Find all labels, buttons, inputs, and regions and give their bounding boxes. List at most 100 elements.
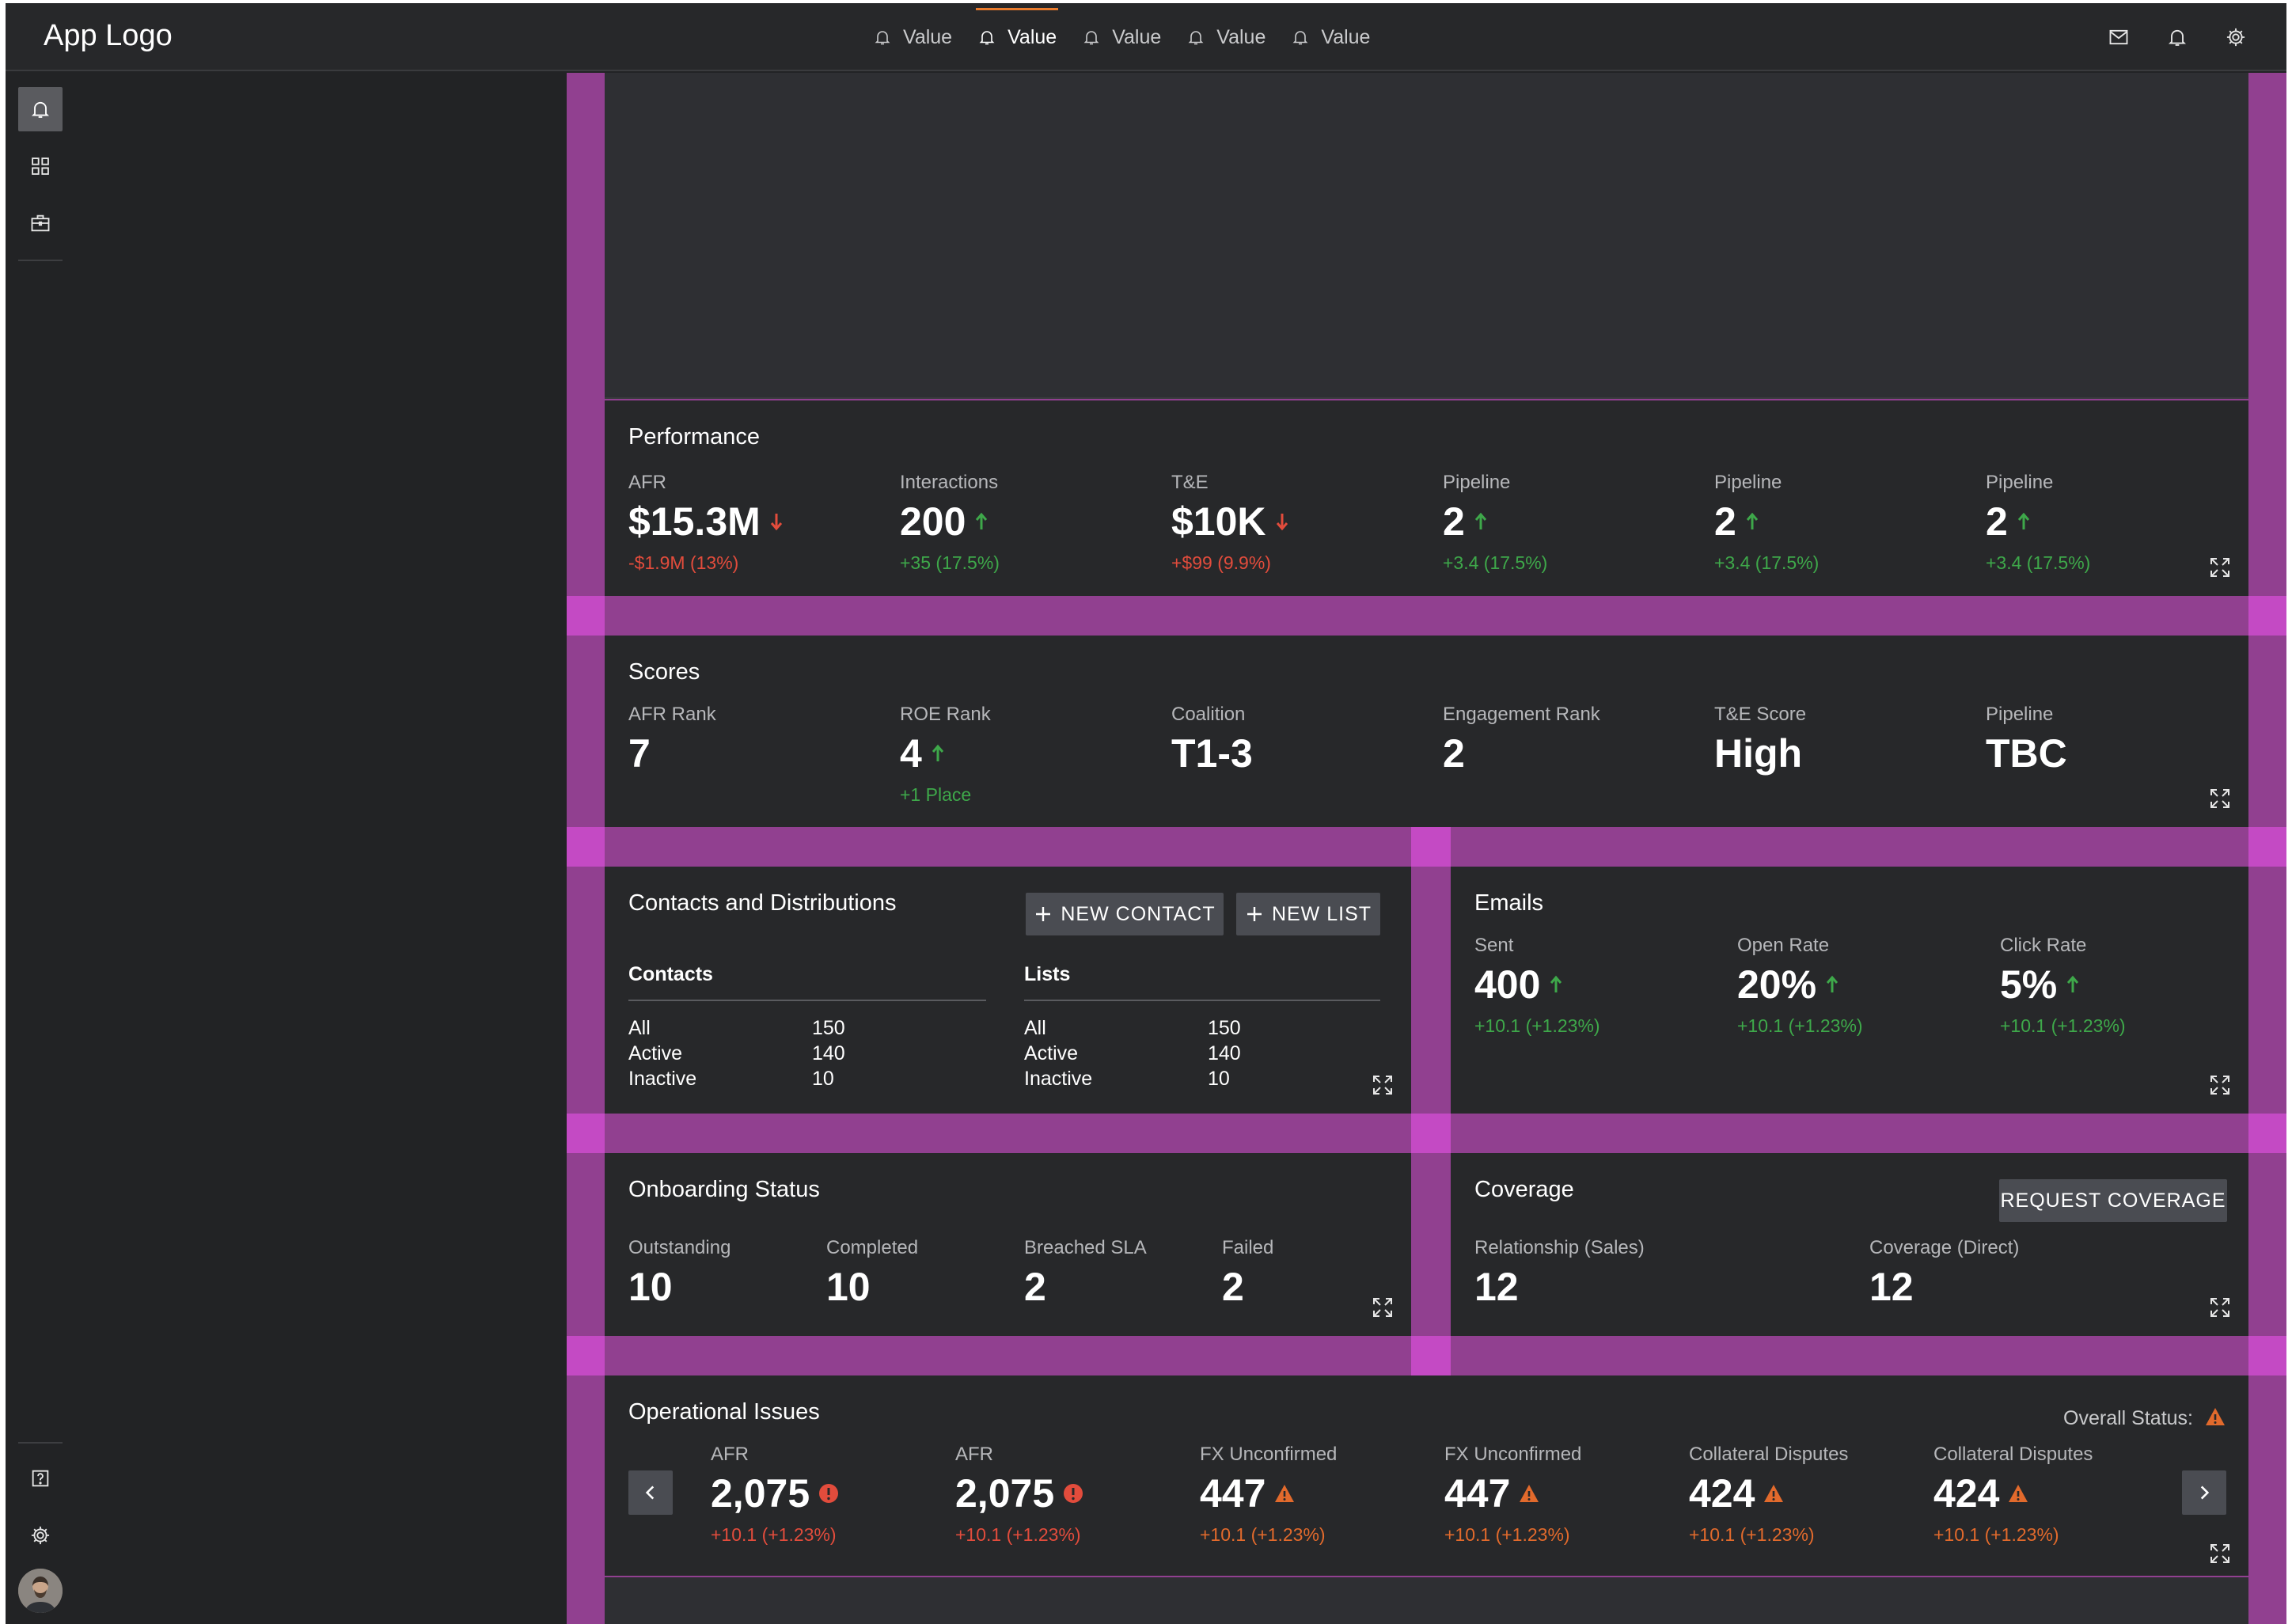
gutter-cell <box>2248 596 2286 636</box>
metric-change: +10.1 (+1.23%) <box>1474 1015 1600 1036</box>
metric-change: +10.1 (+1.23%) <box>1737 1015 1863 1036</box>
app-logo[interactable]: App Logo <box>44 19 173 53</box>
gear-icon[interactable] <box>2225 26 2247 48</box>
new-list-button[interactable]: NEW LIST <box>1236 893 1380 935</box>
metric-label: Breached SLA <box>1024 1237 1147 1258</box>
tab-value-2[interactable]: Value <box>965 3 1069 71</box>
new-contact-button[interactable]: NEW CONTACT <box>1026 893 1224 935</box>
tab-value-1[interactable]: Value <box>860 3 965 71</box>
carousel-next-button[interactable] <box>2182 1470 2226 1515</box>
tab-value-5[interactable]: Value <box>1278 3 1383 71</box>
tab-value-4[interactable]: Value <box>1174 3 1278 71</box>
metric-value-row: 20% <box>1737 962 1863 1007</box>
chevron-right-icon <box>2200 1486 2210 1500</box>
metric-open-rate: Open Rate 20% +10.1 (+1.23%) <box>1737 935 1863 1037</box>
rail-notifications-button[interactable] <box>18 87 63 131</box>
coverage-card: Coverage REQUEST COVERAGE Relationship (… <box>1451 1153 2248 1336</box>
metric-coalition: Coalition T1-3 <box>1171 704 1253 776</box>
arrow-down-icon <box>1276 514 1288 531</box>
rail-divider <box>18 1442 63 1444</box>
metric-change: +10.1 (+1.23%) <box>711 1524 837 1545</box>
list-item-value: 10 <box>1208 1068 1230 1090</box>
expand-button[interactable] <box>2209 1074 2231 1096</box>
metric-label: Outstanding <box>628 1237 731 1258</box>
list-item-value: 150 <box>812 1017 845 1039</box>
metric-value: 200 <box>900 499 966 544</box>
button-label: REQUEST COVERAGE <box>2000 1189 2226 1212</box>
metric-label: ROE Rank <box>900 704 991 725</box>
expand-button[interactable] <box>2209 556 2231 579</box>
arrow-up-icon <box>932 744 943 761</box>
metric-value: 10 <box>628 1265 673 1309</box>
plus-icon <box>1247 907 1262 921</box>
metric-afr: AFR $15.3M -$1.9M (13%) <box>628 472 784 574</box>
issue-afr: AFR 2,075 +10.1 (+1.23%) <box>711 1444 840 1546</box>
metric-pipeline: Pipeline TBC <box>1986 704 2067 776</box>
metric-pipeline: Pipeline 2 +3.4 (17.5%) <box>1714 472 1819 574</box>
metric-label: Interactions <box>900 472 999 493</box>
metric-value: TBC <box>1986 731 2067 776</box>
card-title: Performance <box>628 424 761 450</box>
metric-value-row: 2,075 <box>711 1470 840 1516</box>
metric-value-row: 2 <box>1443 499 1547 544</box>
emails-card: Emails Sent 400 +10.1 (+1.23%) Open Rate… <box>1451 867 2248 1114</box>
list-item-value: 140 <box>812 1042 845 1064</box>
metric-value: 2 <box>1443 499 1465 544</box>
expand-button[interactable] <box>2209 1296 2231 1319</box>
bell-icon <box>1292 31 1308 45</box>
list-item-label: Active <box>1024 1042 1079 1064</box>
metric-value-row: 4 <box>900 730 991 776</box>
metric-coverage-direct: Coverage (Direct) 12 <box>1869 1237 2019 1310</box>
gutter-cell <box>567 1336 605 1375</box>
arrow-up-icon <box>1550 975 1562 992</box>
metric-te: T&E $10K +$99 (9.9%) <box>1171 472 1290 574</box>
metric-label: AFR Rank <box>628 704 716 725</box>
metric-value-row: 424 <box>1933 1470 2093 1516</box>
metric-value: $15.3M <box>628 499 761 544</box>
list-item-label: All <box>628 1017 651 1039</box>
card-title: Scores <box>628 659 700 685</box>
tab-value-3[interactable]: Value <box>1069 3 1174 71</box>
top-bar: App Logo Value Value Value Value Value <box>6 3 2286 71</box>
metric-change: +10.1 (+1.23%) <box>2000 1015 2126 1036</box>
expand-button[interactable] <box>1372 1074 1394 1096</box>
top-actions <box>2108 3 2247 71</box>
warning-icon <box>1764 1485 1784 1502</box>
metric-label: Failed <box>1222 1237 1274 1258</box>
tab-label: Value <box>903 25 953 48</box>
metric-value-row: 2 <box>1714 499 1819 544</box>
expand-button[interactable] <box>1372 1296 1394 1319</box>
metric-pipeline: Pipeline 2 +3.4 (17.5%) <box>1986 472 2090 574</box>
tab-label: Value <box>1007 25 1057 48</box>
gutter-cell <box>2248 1114 2286 1153</box>
card-title: Emails <box>1474 890 1544 916</box>
rail-settings-button[interactable] <box>18 1513 63 1558</box>
list-item-label: All <box>1024 1017 1046 1039</box>
expand-button[interactable] <box>2209 787 2231 810</box>
metric-change: +10.1 (+1.23%) <box>1689 1524 1815 1545</box>
contacts-card: Contacts and Distributions NEW CONTACT N… <box>605 867 1411 1114</box>
metric-label: Completed <box>826 1237 919 1258</box>
chevron-left-icon <box>645 1486 655 1500</box>
metric-value: 12 <box>1869 1265 1914 1309</box>
metric-engagement-rank: Engagement Rank 2 <box>1443 704 1600 776</box>
metric-label: Pipeline <box>1714 472 1782 493</box>
card-title: Operational Issues <box>628 1399 820 1425</box>
user-avatar[interactable] <box>18 1569 63 1613</box>
metric-roe-rank: ROE Rank 4 +1 Place <box>900 704 991 806</box>
request-coverage-button[interactable]: REQUEST COVERAGE <box>1999 1179 2227 1222</box>
rail-help-button[interactable] <box>18 1456 63 1501</box>
metric-change: +10.1 (+1.23%) <box>955 1524 1081 1545</box>
bell-icon[interactable] <box>2166 26 2188 48</box>
metric-label: Coverage (Direct) <box>1869 1237 2020 1258</box>
expand-button[interactable] <box>2209 1542 2231 1565</box>
top-tabs: Value Value Value Value Value <box>860 3 1383 71</box>
tab-label: Value <box>1321 25 1371 48</box>
list-item-label: Active <box>628 1042 683 1064</box>
rail-dashboard-button[interactable] <box>18 144 63 188</box>
metric-breached-sla: Breached SLA 2 <box>1024 1237 1147 1310</box>
rail-briefcase-button[interactable] <box>18 201 63 245</box>
metric-afr-rank: AFR Rank 7 <box>628 704 716 776</box>
carousel-prev-button[interactable] <box>628 1470 673 1515</box>
mail-icon[interactable] <box>2108 26 2130 48</box>
